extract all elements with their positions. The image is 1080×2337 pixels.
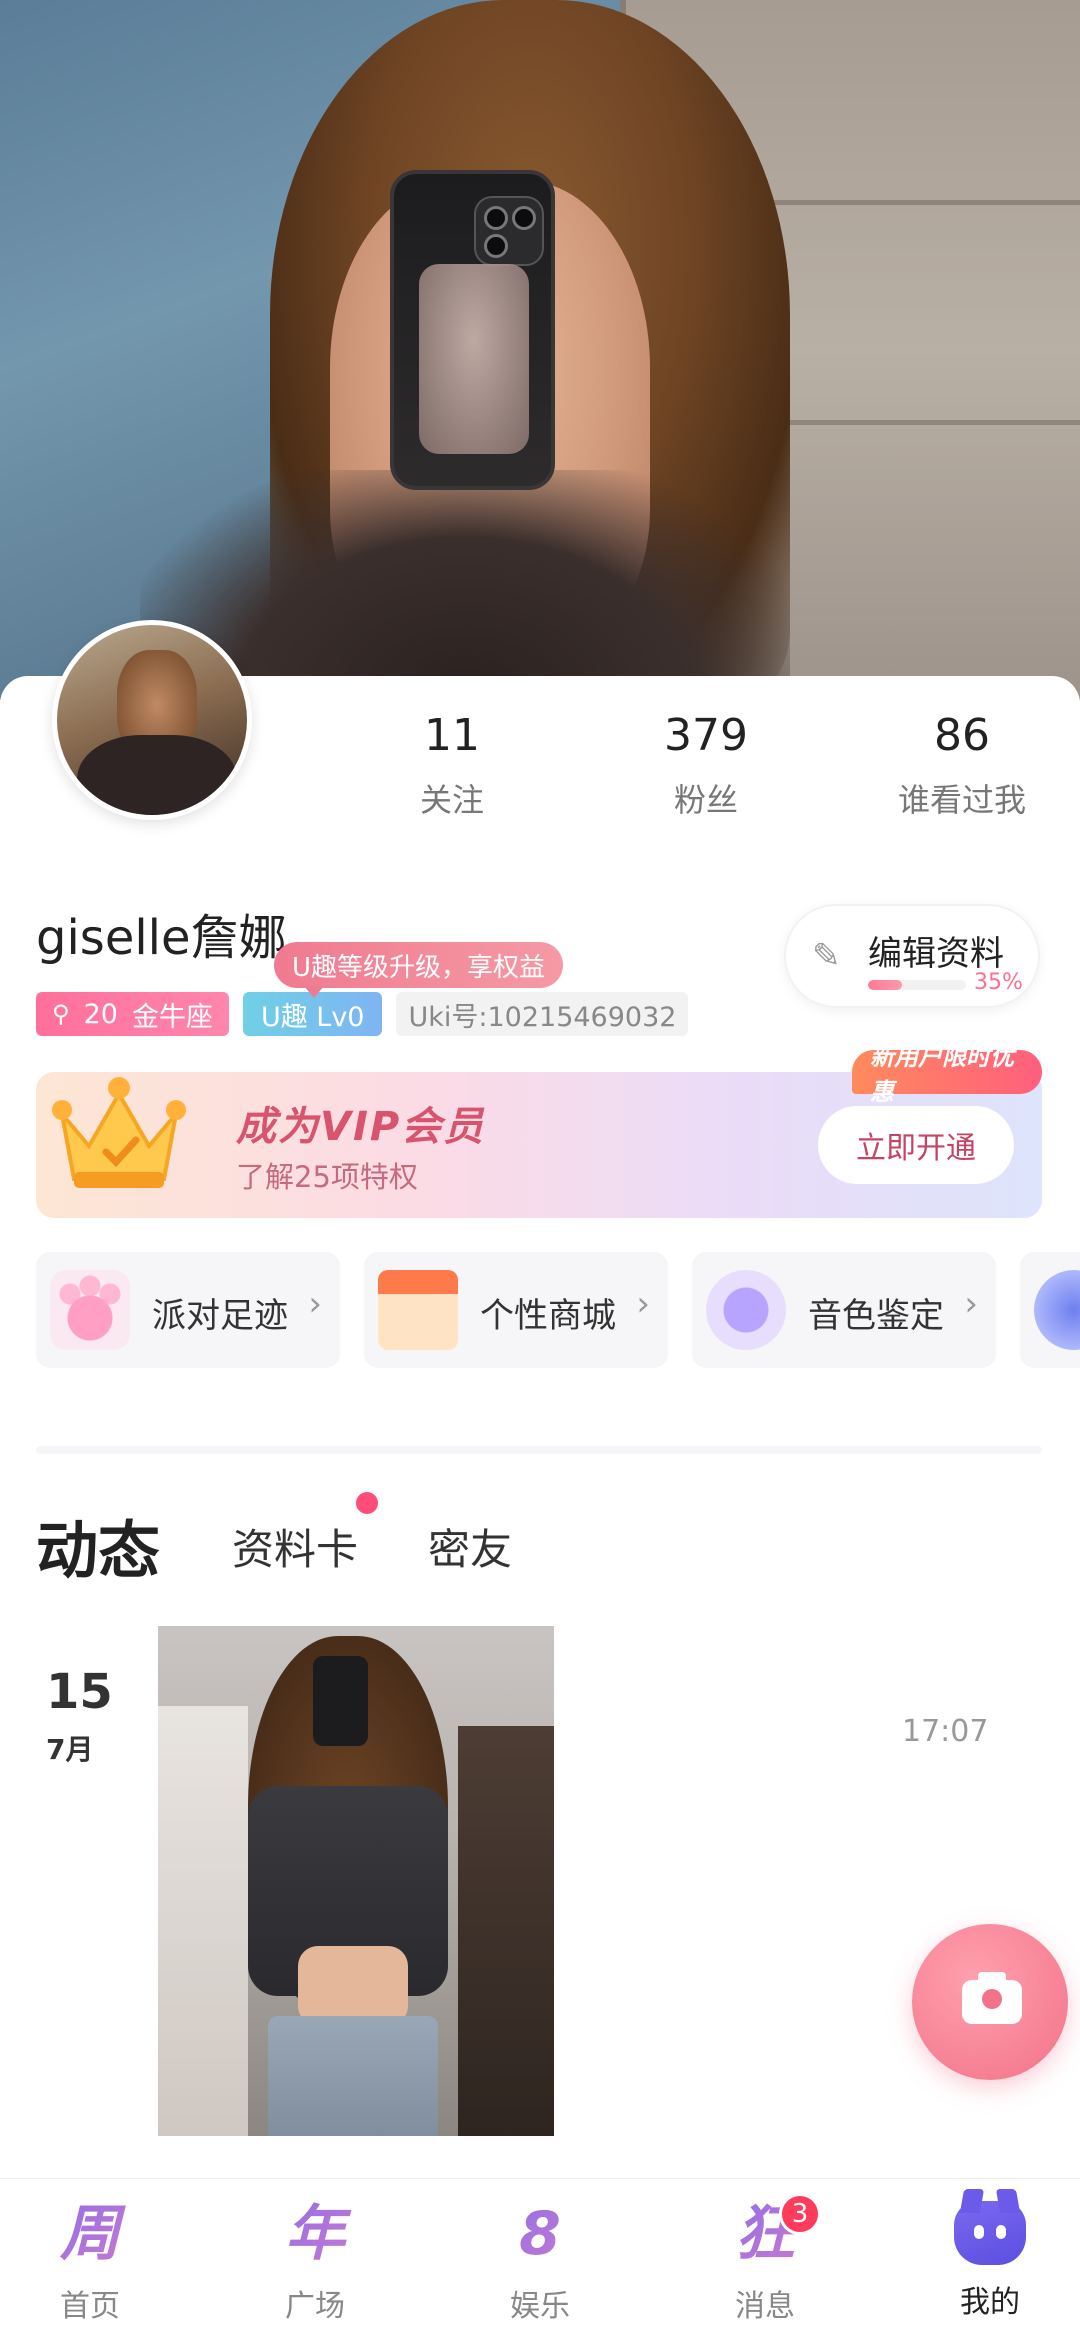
phone-case-print <box>419 264 529 454</box>
level-tooltip[interactable]: U趣等级升级，享权益 <box>274 942 564 998</box>
skin-shape <box>298 1946 408 2026</box>
post-time: 17:07 <box>902 1714 989 1749</box>
new-user-offer-badge: 新用户限时优惠 <box>852 1043 1042 1106</box>
paw-icon <box>50 1270 130 1350</box>
vip-subtitle: 了解25项特权 <box>236 1160 418 1194</box>
vip-open-button[interactable]: 立即开通 <box>818 1106 1014 1184</box>
shop-icon <box>378 1270 458 1350</box>
profile-completion-text: 35% <box>974 970 1023 995</box>
feature-party-footprint[interactable]: 派对足迹 › <box>36 1252 340 1368</box>
nav-messages[interactable]: 狂 3 消息 <box>675 2191 855 2325</box>
lace-top-shape <box>140 470 790 700</box>
post-day: 15 <box>46 1664 113 1720</box>
nav-label: 我的 <box>960 2285 1020 2320</box>
tab-profile-card[interactable]: 资料卡 <box>232 1516 358 1577</box>
voice-wave-icon <box>706 1270 786 1350</box>
phone-camera-shape <box>474 196 544 266</box>
jeans-shape <box>268 2016 438 2136</box>
chevron-right-icon: › <box>636 1284 650 1324</box>
pencil-icon: ✎ <box>812 936 841 976</box>
stat-value: 11 <box>424 710 480 761</box>
stat-value: 86 <box>934 710 990 761</box>
entertainment-icon: 8 <box>450 2191 630 2277</box>
nav-plaza[interactable]: 年 广场 <box>225 2191 405 2325</box>
zodiac-value: 金牛座 <box>131 1001 213 1033</box>
avatar[interactable] <box>52 620 252 820</box>
vip-banner[interactable]: 成为VIP会员 了解25项特权 立即开通 新用户限时优惠 <box>36 1043 1042 1218</box>
stat-visitors[interactable]: 86 谁看过我 <box>862 710 1062 821</box>
cover-photo[interactable] <box>0 0 1080 700</box>
chevron-right-icon: › <box>308 1284 322 1324</box>
feature-more[interactable] <box>1020 1252 1080 1368</box>
feature-shop[interactable]: 个性商城 › <box>364 1252 668 1368</box>
stat-following[interactable]: 11 关注 <box>352 710 552 821</box>
bottom-navigation: 周 首页 年 广场 8 娱乐 狂 3 消息 我的 <box>0 2178 1080 2337</box>
stat-label: 关注 <box>419 781 484 819</box>
feature-voice-test[interactable]: 音色鉴定 › <box>692 1252 996 1368</box>
clothes-rack-shape <box>458 1726 554 2136</box>
section-divider <box>36 1446 1042 1454</box>
nav-home[interactable]: 周 首页 <box>0 2191 180 2325</box>
tab-close-friends[interactable]: 密友 <box>428 1516 512 1577</box>
feature-label: 个性商城 <box>480 1296 616 1336</box>
crown-icon <box>52 1077 186 1188</box>
stat-label: 粉丝 <box>673 781 738 819</box>
edit-profile-label: 编辑资料 <box>868 934 1004 974</box>
level-tag[interactable]: U趣 Lv0 <box>242 992 383 1036</box>
phone-shape <box>313 1656 368 1746</box>
mine-icon <box>954 2201 1026 2265</box>
profile-completion-bar <box>868 980 966 990</box>
camera-lens-shape <box>982 1989 1002 2009</box>
post-month: 7月 <box>46 1733 94 1766</box>
phone-shape <box>390 170 555 490</box>
swirl-icon <box>1034 1270 1080 1350</box>
stat-followers[interactable]: 379 粉丝 <box>606 710 806 821</box>
nav-label: 娱乐 <box>510 2289 570 2324</box>
age-zodiac-tag: ⚲ 20 金牛座 <box>36 992 229 1036</box>
age-value: 20 <box>83 998 118 1030</box>
avatar-body-shape <box>77 735 237 815</box>
profile-tags: ⚲ 20 金牛座 U趣 Lv0 Uki号:10215469032 <box>36 992 689 1036</box>
uki-id-tag[interactable]: Uki号:10215469032 <box>396 992 689 1036</box>
chevron-right-icon: › <box>964 1284 978 1324</box>
camera-fab-button[interactable] <box>912 1924 1068 2080</box>
clothes-rack-shape <box>158 1706 248 2136</box>
feature-label: 派对足迹 <box>152 1296 288 1336</box>
nav-mine[interactable]: 我的 <box>900 2191 1080 2321</box>
tab-moments[interactable]: 动态 <box>36 1500 161 1590</box>
stat-value: 379 <box>664 710 748 761</box>
vip-title: 成为VIP会员 <box>236 1104 486 1150</box>
nav-label: 广场 <box>285 2289 345 2324</box>
post-image[interactable] <box>158 1626 554 2136</box>
home-icon: 周 <box>0 2191 180 2277</box>
location-icon: ⚲ <box>52 1000 70 1028</box>
nav-entertainment[interactable]: 8 娱乐 <box>450 2191 630 2325</box>
nav-label: 消息 <box>735 2289 795 2324</box>
username: giselle詹娜 <box>36 910 287 966</box>
stat-label: 谁看过我 <box>897 781 1026 819</box>
message-icon: 狂 <box>675 2191 855 2277</box>
plaza-icon: 年 <box>225 2191 405 2277</box>
feature-shortcuts: 派对足迹 › 个性商城 › 音色鉴定 › <box>36 1252 1080 1368</box>
edit-profile-button[interactable]: ✎ 编辑资料 35% <box>784 904 1040 1008</box>
nav-label: 首页 <box>60 2289 120 2324</box>
feature-label: 音色鉴定 <box>808 1296 944 1336</box>
unread-dot <box>356 1492 378 1514</box>
unread-count-badge: 3 <box>779 2193 821 2235</box>
